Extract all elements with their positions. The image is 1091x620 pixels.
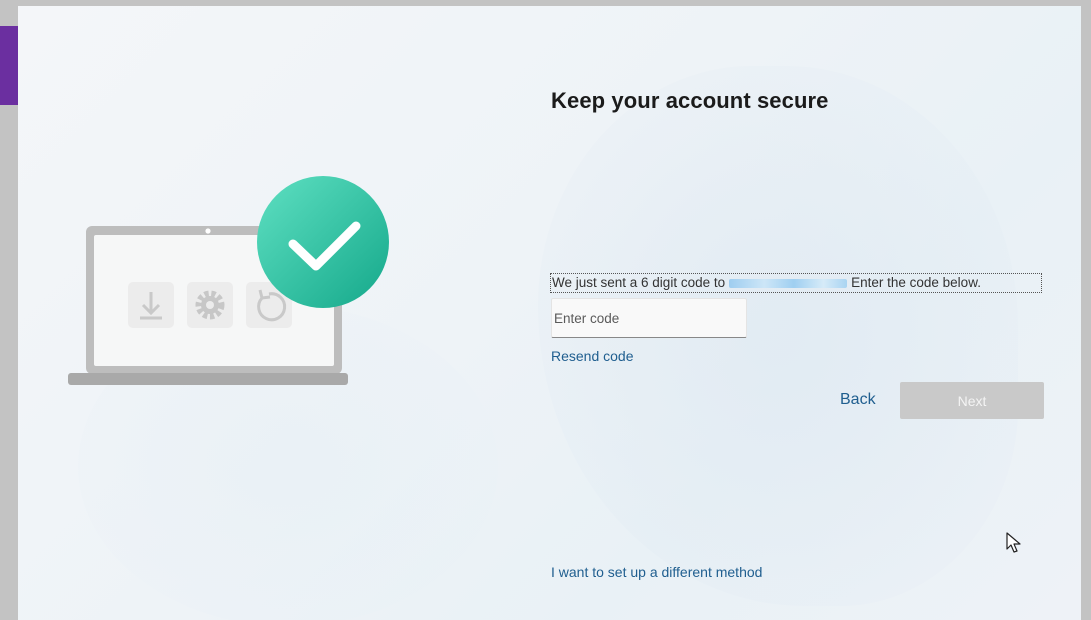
next-button[interactable]: Next [900,382,1044,419]
resend-code-link[interactable]: Resend code [551,348,634,364]
setup-window: Keep your account secure We just sent a … [18,6,1081,620]
code-sent-prefix: We just sent a 6 digit code to [552,275,726,290]
checkmark-icon [257,176,389,308]
side-tab [0,26,18,105]
laptop-illustration [68,176,389,385]
page-title: Keep your account secure [551,88,829,113]
different-method-link[interactable]: I want to set up a different method [551,564,762,580]
settings-gear-icon [187,282,233,328]
masked-contact [729,279,848,288]
back-button[interactable]: Back [840,391,876,409]
mouse-cursor-icon [1006,532,1021,553]
code-sent-message: We just sent a 6 digit code to Enter the … [550,273,1042,293]
download-icon [128,282,174,328]
laptop-camera [205,228,211,234]
laptop-base [68,373,348,385]
code-input[interactable] [551,298,747,338]
code-sent-suffix: Enter the code below. [851,275,981,290]
